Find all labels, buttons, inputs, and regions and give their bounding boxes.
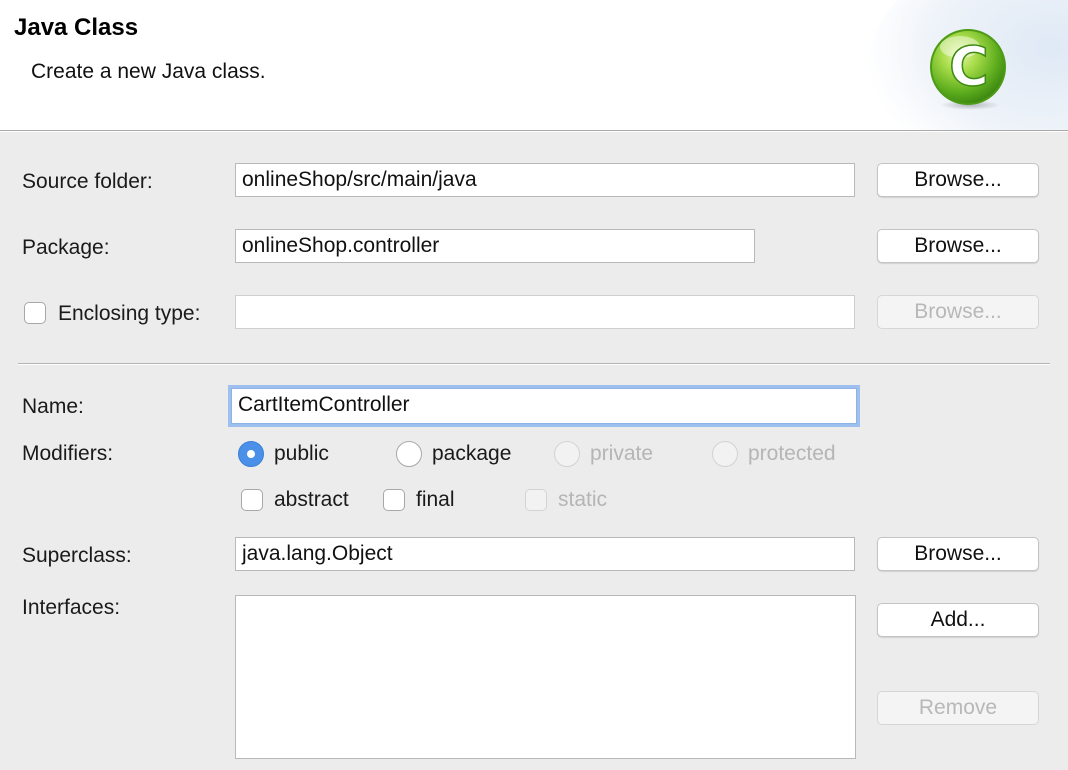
wizard-header: Java Class Create a new Java class. C <box>0 0 1068 130</box>
package-browse-button[interactable]: Browse... <box>877 229 1039 263</box>
modifier-package-radio[interactable] <box>396 441 422 467</box>
modifier-final-checkbox[interactable] <box>383 489 405 511</box>
source-folder-label: Source folder: <box>22 170 153 193</box>
modifier-abstract-checkbox[interactable] <box>241 489 263 511</box>
modifiers-label: Modifiers: <box>22 442 114 465</box>
modifier-private-radio <box>554 441 580 467</box>
header-divider-highlight <box>0 131 1068 132</box>
name-label: Name: <box>22 395 84 418</box>
interfaces-label: Interfaces: <box>22 596 121 619</box>
enclosing-type-label: Enclosing type: <box>58 302 201 325</box>
modifier-private-label: private <box>590 442 654 465</box>
modifier-protected-radio <box>712 441 738 467</box>
source-folder-field[interactable]: onlineShop/src/main/java <box>235 163 855 197</box>
enclosing-type-browse-button: Browse... <box>877 295 1039 329</box>
modifier-package-label: package <box>432 442 512 465</box>
enclosing-type-field <box>235 295 855 329</box>
add-interface-button[interactable]: Add... <box>877 603 1039 637</box>
modifier-abstract-label: abstract <box>274 488 349 511</box>
modifier-public-radio[interactable] <box>238 441 264 467</box>
source-folder-browse-button[interactable]: Browse... <box>877 163 1039 197</box>
modifier-protected-label: protected <box>748 442 836 465</box>
superclass-browse-button[interactable]: Browse... <box>877 537 1039 571</box>
enclosing-type-checkbox[interactable] <box>24 302 46 324</box>
modifier-static-checkbox <box>525 489 547 511</box>
package-field[interactable]: onlineShop.controller <box>235 229 755 263</box>
class-name-field[interactable]: CartItemController <box>231 388 857 424</box>
wizard-description: Create a new Java class. <box>31 60 266 83</box>
superclass-label: Superclass: <box>22 544 132 567</box>
interfaces-list[interactable] <box>235 595 856 759</box>
java-class-c-icon: C <box>930 29 1006 110</box>
package-label: Package: <box>22 236 110 259</box>
class-icon-letter: C <box>949 35 989 98</box>
modifier-static-label: static <box>558 488 608 511</box>
remove-interface-button: Remove <box>877 691 1039 725</box>
wizard-title: Java Class <box>14 14 139 41</box>
superclass-field[interactable]: java.lang.Object <box>235 537 855 571</box>
modifier-public-label: public <box>274 442 329 465</box>
modifier-final-label: final <box>416 488 455 511</box>
section-separator-highlight <box>18 364 1050 365</box>
